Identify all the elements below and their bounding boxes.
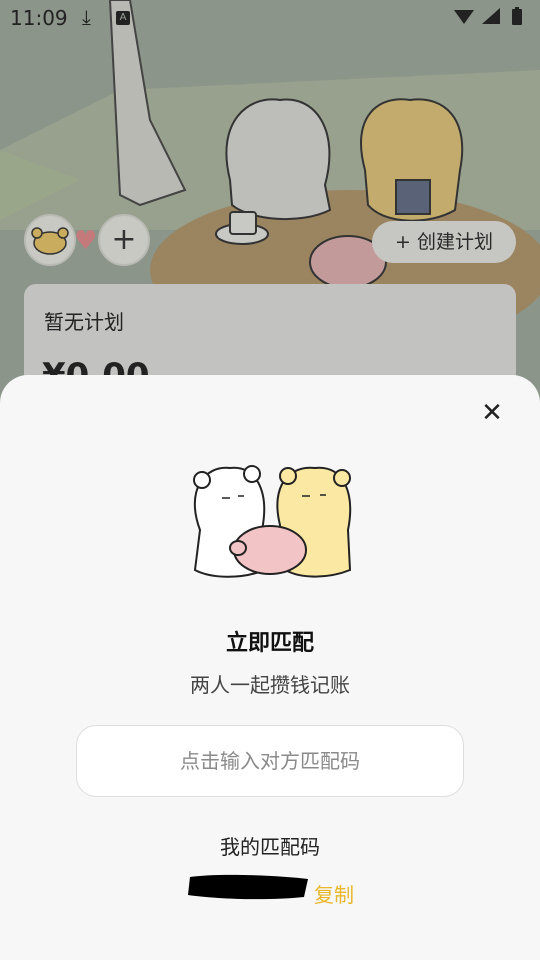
copy-button[interactable]: 复制 bbox=[314, 879, 354, 908]
redacted-code bbox=[188, 874, 308, 900]
match-bottom-sheet: ✕ 立即匹配 两人一起攒钱记账 我的匹配码 复制 bbox=[0, 375, 540, 960]
create-plan-button[interactable]: + 创建计划 bbox=[372, 221, 516, 263]
close-icon[interactable]: ✕ bbox=[478, 399, 506, 427]
avatar[interactable] bbox=[24, 214, 76, 266]
add-partner-button[interactable]: + bbox=[98, 214, 150, 266]
app-notification-icon: A bbox=[116, 11, 130, 25]
match-title: 立即匹配 bbox=[225, 631, 314, 656]
my-code-label: 我的匹配码 bbox=[220, 835, 320, 859]
download-icon: ⤓ bbox=[82, 5, 91, 29]
plan-title: 暂无计划 bbox=[44, 310, 124, 334]
partner-code-input[interactable] bbox=[76, 725, 464, 797]
wifi-signal-battery-icons bbox=[452, 6, 532, 33]
heart-icon: ♥ bbox=[74, 226, 98, 256]
couple-avatars: ♥ + bbox=[24, 214, 150, 268]
match-subtitle: 两人一起攒钱记账 bbox=[190, 673, 350, 697]
bears-piggybank-illustration bbox=[193, 465, 352, 578]
status-time: 11:09 bbox=[10, 6, 68, 30]
status-bar: 11:09 ⤓ A bbox=[0, 0, 540, 36]
